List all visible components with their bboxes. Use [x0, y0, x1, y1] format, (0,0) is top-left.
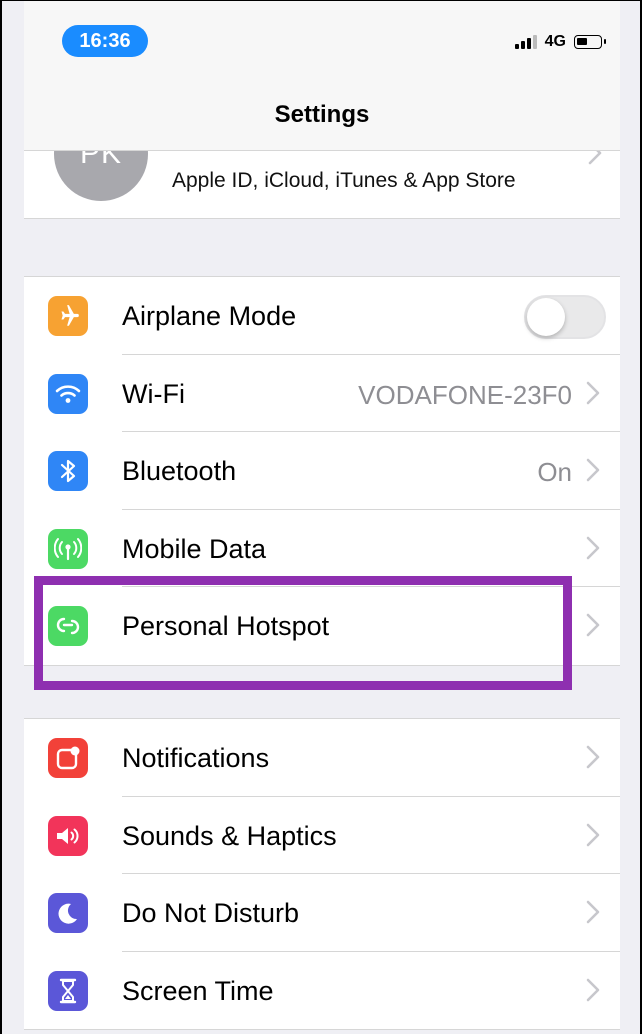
row-screen-time[interactable]: Screen Time [24, 952, 620, 1030]
row-label: Do Not Disturb [122, 898, 300, 928]
row-bluetooth[interactable]: Bluetooth On [24, 432, 620, 510]
chevron-right-icon [586, 458, 600, 482]
page-title: Settings [274, 101, 370, 128]
bluetooth-status-value: On [537, 457, 572, 487]
row-do-not-disturb[interactable]: Do Not Disturb [24, 874, 620, 952]
hourglass-icon [48, 970, 88, 1011]
apple-id-row[interactable]: PK Apple ID, iCloud, iTunes & App Store [24, 151, 620, 219]
chevron-right-icon [586, 823, 600, 847]
row-wifi[interactable]: Wi-Fi VODAFONE-23F0 [24, 355, 620, 432]
row-label: Airplane Mode [122, 301, 297, 331]
chevron-right-icon [586, 745, 600, 769]
row-notifications[interactable]: Notifications [24, 719, 620, 797]
row-label: Sounds & Haptics [122, 820, 337, 851]
row-label: Mobile Data [122, 533, 267, 564]
speaker-icon [48, 815, 88, 856]
row-label: Screen Time [122, 975, 274, 1006]
cellular-signal-icon [514, 35, 537, 49]
chevron-right-icon [586, 613, 600, 637]
navigation-bar: Settings [24, 71, 620, 151]
row-sounds-haptics[interactable]: Sounds & Haptics [24, 797, 620, 874]
wifi-network-value: VODAFONE-23F0 [358, 379, 572, 410]
status-bar: 16:36 4G [24, 1, 620, 71]
network-type: 4G [544, 33, 566, 50]
general-group: Notifications Sounds & Haptics Do Not Di… [24, 718, 620, 1030]
chevron-right-icon [586, 381, 600, 405]
status-time[interactable]: 16:36 [62, 25, 148, 57]
apple-id-label: Apple ID, iCloud, iTunes & App Store [172, 169, 516, 192]
chevron-right-icon [586, 978, 600, 1002]
avatar: PK [54, 151, 148, 201]
airplane-mode-toggle[interactable] [524, 295, 606, 339]
antenna-icon [48, 528, 88, 569]
chevron-right-icon [586, 536, 600, 560]
notifications-icon [48, 738, 88, 778]
moon-icon [48, 893, 88, 933]
row-label: Wi-Fi [122, 378, 185, 409]
bluetooth-icon [48, 451, 88, 491]
wifi-icon [48, 373, 88, 414]
settings-screen: 16:36 4G Settings PK Apple ID, iCloud, i… [24, 1, 620, 1034]
row-label: Bluetooth [122, 456, 237, 486]
screenshot-frame: 16:36 4G Settings PK Apple ID, iCloud, i… [0, 0, 642, 1034]
row-label: Personal Hotspot [122, 611, 330, 641]
status-indicators: 4G [514, 31, 606, 53]
battery-icon [574, 35, 606, 49]
hotspot-link-icon [48, 606, 88, 646]
row-label: Notifications [122, 743, 270, 773]
chevron-right-icon [588, 151, 602, 165]
connectivity-group: Airplane Mode Wi-Fi VODAFONE-23F0 Blueto… [24, 276, 620, 666]
chevron-right-icon [586, 900, 600, 924]
row-mobile-data[interactable]: Mobile Data [24, 510, 620, 587]
airplane-icon [48, 296, 88, 336]
row-personal-hotspot[interactable]: Personal Hotspot [24, 587, 620, 665]
row-airplane-mode[interactable]: Airplane Mode [24, 277, 620, 355]
